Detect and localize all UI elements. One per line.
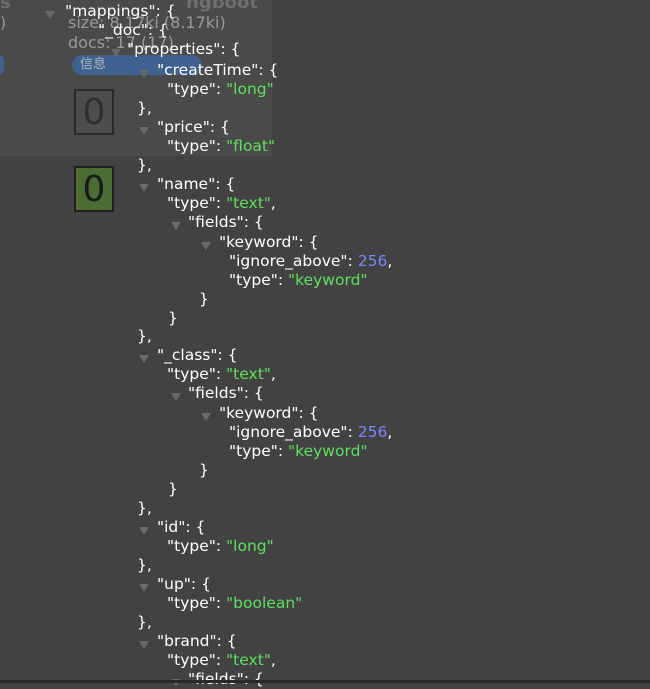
info-button-label: 信息 — [80, 57, 107, 72]
collapse-triangle-icon[interactable] — [139, 355, 149, 363]
collapse-triangle-icon[interactable] — [201, 413, 211, 421]
json-line: }, — [137, 156, 152, 174]
json-line: "type": "float" — [167, 137, 276, 155]
primary-shard-box[interactable]: 0 — [74, 166, 114, 212]
collapse-triangle-icon[interactable] — [111, 49, 121, 57]
json-line: "mappings": { — [65, 2, 176, 20]
collapse-triangle-icon[interactable] — [139, 184, 149, 192]
collapse-triangle-icon[interactable] — [201, 242, 211, 250]
paren-fragment: ) — [0, 13, 7, 32]
json-line: "price": { — [157, 118, 230, 136]
collapse-triangle-icon[interactable] — [45, 11, 55, 19]
json-line: "fields": { — [188, 213, 264, 231]
json-line: }, — [137, 99, 152, 117]
collapse-triangle-icon[interactable] — [171, 222, 181, 230]
json-line: "ignore_above": 256, — [229, 252, 393, 270]
collapse-triangle-icon[interactable] — [139, 70, 149, 78]
json-line: "name": { — [157, 175, 236, 193]
replica-shard-box[interactable]: 0 — [74, 89, 114, 135]
index-title-left-fragment: s — [0, 0, 11, 13]
json-line: } — [168, 480, 178, 498]
json-line: "keyword": { — [219, 233, 319, 251]
json-line: }, — [137, 613, 152, 631]
collapse-triangle-icon[interactable] — [139, 127, 149, 135]
index-title-fragment: ngboot — [186, 0, 258, 13]
json-line: "fields": { — [188, 384, 264, 402]
json-line: "up": { — [157, 575, 211, 593]
json-line: "brand": { — [157, 632, 237, 650]
collapse-triangle-icon[interactable] — [139, 527, 149, 535]
json-line: "type": "long" — [167, 80, 274, 98]
json-line: "type": "text", — [167, 194, 276, 212]
json-line: "type": "keyword" — [229, 271, 368, 289]
json-line: "createTime": { — [157, 61, 279, 79]
json-line: "keyword": { — [219, 404, 319, 422]
collapse-triangle-icon[interactable] — [171, 393, 181, 401]
json-line: }, — [137, 499, 152, 517]
json-line: "ignore_above": 256, — [229, 423, 393, 441]
json-line: "_doc": { — [98, 21, 168, 39]
json-line: "properties": { — [127, 40, 241, 58]
json-line: "type": "boolean" — [167, 594, 303, 612]
json-line: "type": "text", — [167, 651, 276, 669]
json-line: "type": "keyword" — [229, 442, 368, 460]
json-line: } — [199, 461, 209, 479]
json-line: "type": "text", — [167, 365, 276, 383]
json-line: }, — [137, 327, 152, 345]
json-line: } — [168, 309, 178, 327]
json-line: "id": { — [157, 518, 206, 536]
json-line: } — [199, 290, 209, 308]
collapse-triangle-icon[interactable] — [139, 584, 149, 592]
json-line: "type": "long" — [167, 537, 274, 555]
json-line: }, — [137, 556, 152, 574]
json-line: "_class": { — [157, 346, 238, 364]
collapse-triangle-icon[interactable] — [139, 641, 149, 649]
